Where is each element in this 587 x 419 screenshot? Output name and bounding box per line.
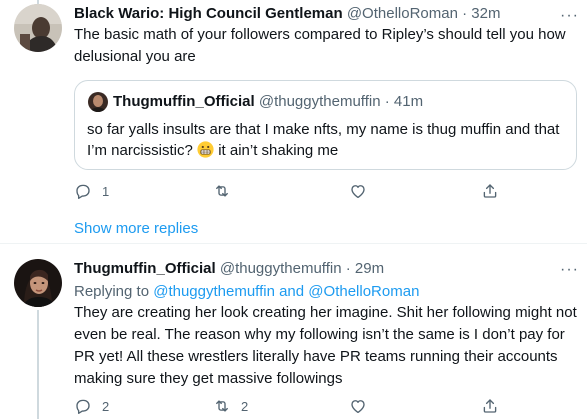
share-icon: [483, 399, 497, 413]
reply-icon: [76, 184, 90, 199]
avatar-image-2: [14, 259, 62, 307]
retweet-count: 2: [241, 398, 249, 414]
quote-author-name: Thugmuffin_Official: [113, 93, 255, 110]
mention-link[interactable]: @thuggythemuffin: [153, 283, 275, 300]
share-button[interactable]: [481, 181, 499, 201]
quote-timestamp: 41m: [393, 93, 424, 110]
like-button[interactable]: [349, 396, 377, 416]
replying-to: Replying to @thuggythemuffin and @Othell…: [74, 282, 419, 302]
separator-dot: ·: [384, 93, 390, 110]
like-button[interactable]: [349, 181, 377, 201]
grimacing-face-icon: [197, 141, 214, 158]
more-options-icon[interactable]: ···: [560, 262, 579, 278]
replying-prefix: Replying to: [74, 283, 150, 300]
heart-icon: [351, 185, 365, 199]
author-name[interactable]: Thugmuffin_Official: [74, 260, 216, 277]
retweet-button[interactable]: 2: [213, 396, 248, 416]
author-handle[interactable]: @OthelloRoman: [347, 5, 458, 22]
quote-text-part-2: it ain’t shaking me: [218, 142, 339, 159]
tweet-header: Thugmuffin_Official @thuggythemuffin · 2…: [74, 259, 384, 279]
tweet-actions: 1: [74, 181, 497, 201]
reply-count: 1: [102, 183, 110, 199]
divider: [0, 243, 587, 244]
tweet-header: Black Wario: High Council Gentleman @Oth…: [74, 4, 500, 24]
author-name[interactable]: Black Wario: High Council Gentleman: [74, 5, 343, 22]
mention-link[interactable]: @OthelloRoman: [308, 283, 419, 300]
tweet-actions: 2 2: [74, 396, 497, 416]
retweet-icon: [216, 185, 228, 197]
more-options-icon[interactable]: ···: [560, 8, 579, 24]
author-handle[interactable]: @thuggythemuffin: [220, 260, 342, 277]
quote-author-handle: @thuggythemuffin: [258, 93, 381, 110]
tweet-text: The basic math of your followers compare…: [74, 26, 566, 65]
replying-and: and: [279, 283, 305, 300]
quoted-tweet[interactable]: Thugmuffin_Official @thuggythemuffin · 4…: [74, 80, 577, 170]
heart-icon: [351, 400, 365, 414]
retweet-button[interactable]: [213, 181, 241, 201]
avatar[interactable]: [14, 259, 62, 307]
tweet-text: They are creating her look creating her …: [74, 304, 577, 387]
timestamp[interactable]: 29m: [355, 260, 384, 277]
avatar-image-1: [14, 4, 62, 52]
quote-header: Thugmuffin_Official @thuggythemuffin · 4…: [113, 92, 423, 112]
quote-avatar-image: [88, 92, 108, 112]
timestamp[interactable]: 32m: [471, 5, 500, 22]
thread-line-bottom: [37, 310, 39, 419]
separator-dot: ·: [345, 260, 351, 277]
share-button[interactable]: [481, 396, 499, 416]
share-icon: [483, 184, 497, 198]
reply-count: 2: [102, 398, 110, 414]
reply-button[interactable]: 2: [74, 396, 109, 416]
quote-text: so far yalls insults are that I make nft…: [87, 119, 567, 161]
show-more-replies-link[interactable]: Show more replies: [74, 219, 198, 239]
reply-icon: [76, 399, 90, 414]
separator-dot: ·: [462, 5, 468, 22]
retweet-icon: [216, 400, 228, 412]
quote-avatar: [88, 92, 108, 112]
avatar[interactable]: [14, 4, 62, 52]
reply-button[interactable]: 1: [74, 181, 109, 201]
